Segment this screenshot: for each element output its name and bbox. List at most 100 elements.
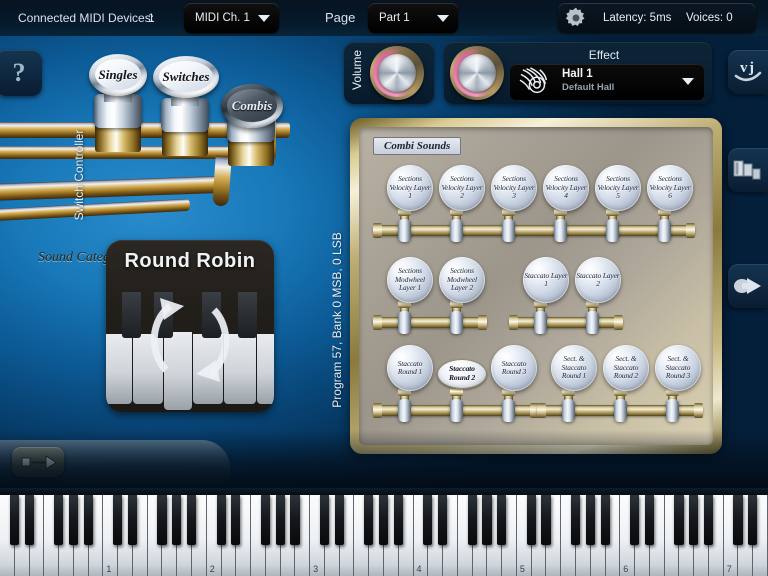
sound-slider[interactable] [554,219,567,242]
black-key[interactable] [276,495,285,545]
black-key[interactable] [335,495,344,545]
effect-preset-select[interactable]: Hall 1 Default Hall [510,64,704,100]
sound-disc[interactable]: Staccato Round 1 [387,345,433,391]
rail-cap [694,403,703,418]
sound-slider[interactable] [398,399,411,422]
black-key[interactable] [84,495,93,545]
sound-slider[interactable] [658,219,671,242]
octave-label: 7 [727,564,732,574]
black-key[interactable] [689,495,698,545]
sound-category-switches-button[interactable]: Switches [153,56,219,98]
midi-channel-value: MIDI Ch. 1 [195,3,250,33]
sound-slider[interactable] [502,219,515,242]
pages-icon [728,148,768,192]
effect-preset-sub: Default Hall [562,82,614,93]
black-key[interactable] [704,495,713,545]
midi-channel-select[interactable]: MIDI Ch. 1 [184,3,279,33]
sound-disc-label: Sections Velocity Layer 1 [387,175,433,200]
black-key[interactable] [231,495,240,545]
black-key[interactable] [482,495,491,545]
gear-icon[interactable] [561,3,591,33]
black-key[interactable] [128,495,137,545]
piano-keyboard[interactable]: 1234567 [0,488,768,576]
sound-disc-label: Staccato Layer 1 [523,272,569,289]
black-key[interactable] [748,495,757,545]
black-key[interactable] [10,495,19,545]
sound-disc[interactable]: Staccato Layer 1 [523,257,569,303]
effect-knob[interactable] [450,46,504,100]
sound-disc[interactable]: Sections Velocity Layer 3 [491,165,537,211]
combi-sounds-tab[interactable]: Combi Sounds [373,137,461,155]
black-key[interactable] [157,495,166,545]
sound-slider[interactable] [666,399,679,422]
black-key[interactable] [187,495,196,545]
black-key[interactable] [645,495,654,545]
black-key[interactable] [571,495,580,545]
black-key[interactable] [290,495,299,545]
volume-knob[interactable] [370,46,424,100]
sound-slider[interactable] [450,311,463,334]
sound-disc[interactable]: Sections Velocity Layer 4 [543,165,589,211]
sound-disc[interactable]: Sections Modwheel Layer 1 [387,257,433,303]
black-key[interactable] [261,495,270,545]
black-key[interactable] [113,495,122,545]
black-key[interactable] [379,495,388,545]
sound-slider[interactable] [562,399,575,422]
octave-label: 2 [210,564,215,574]
sound-disc-label: Sections Velocity Layer 2 [439,175,485,200]
pages-button[interactable] [728,148,768,192]
black-key[interactable] [423,495,432,545]
vj-logo-button[interactable]: v j [728,50,768,94]
sound-disc[interactable]: Sections Velocity Layer 6 [647,165,693,211]
sound-disc[interactable]: Sect. & Staccato Round 3 [655,345,701,391]
sound-disc[interactable]: Sect. & Staccato Round 1 [551,345,597,391]
black-key[interactable] [438,495,447,545]
black-key[interactable] [394,495,403,545]
sound-disc[interactable]: Sections Modwheel Layer 2 [439,257,485,303]
vj-logo-icon: v j [728,50,768,94]
black-key[interactable] [25,495,34,545]
sound-disc-label: Sect. & Staccato Round 3 [655,355,701,380]
sound-slider[interactable] [534,311,547,334]
black-key[interactable] [733,495,742,545]
sound-disc[interactable]: Sections Velocity Layer 2 [439,165,485,211]
black-key[interactable] [468,495,477,545]
black-key[interactable] [364,495,373,545]
black-key[interactable] [320,495,329,545]
page-part-select[interactable]: Part 1 [368,3,458,33]
round-robin-panel[interactable]: Round Robin [106,240,274,412]
sound-slider[interactable] [450,399,463,422]
status-panel: Latency: 5ms Voices: 0 [558,3,756,33]
sound-disc[interactable]: Sect. & Staccato Round 2 [603,345,649,391]
black-key[interactable] [69,495,78,545]
sound-slider[interactable] [502,399,515,422]
black-key[interactable] [527,495,536,545]
sound-slider[interactable] [614,399,627,422]
black-key[interactable] [630,495,639,545]
sound-disc[interactable]: Staccato Layer 2 [575,257,621,303]
next-button[interactable] [728,264,768,308]
sound-slider[interactable] [606,219,619,242]
black-key[interactable] [674,495,683,545]
black-key[interactable] [601,495,610,545]
black-key[interactable] [54,495,63,545]
top-bar: Connected MIDI Devices: 1 MIDI Ch. 1 Pag… [0,0,768,36]
black-key[interactable] [217,495,226,545]
keyboard-top-edge [0,488,768,495]
sound-category-singles-button[interactable]: Singles [89,54,147,96]
sound-disc[interactable]: Sections Velocity Layer 5 [595,165,641,211]
sound-disc[interactable]: Staccato Round 3 [491,345,537,391]
sound-slider[interactable] [398,219,411,242]
sound-category-combis-button[interactable]: Combis [221,84,283,128]
sound-disc[interactable]: Staccato Round 2 [437,359,487,389]
black-key[interactable] [497,495,506,545]
sound-slider[interactable] [398,311,411,334]
black-key[interactable] [586,495,595,545]
voices-status: Voices: 0 [686,3,733,33]
sound-disc[interactable]: Sections Velocity Layer 1 [387,165,433,211]
sound-slider[interactable] [586,311,599,334]
black-key[interactable] [172,495,181,545]
sound-disc-label: Sect. & Staccato Round 1 [551,355,597,380]
black-key[interactable] [541,495,550,545]
sound-slider[interactable] [450,219,463,242]
